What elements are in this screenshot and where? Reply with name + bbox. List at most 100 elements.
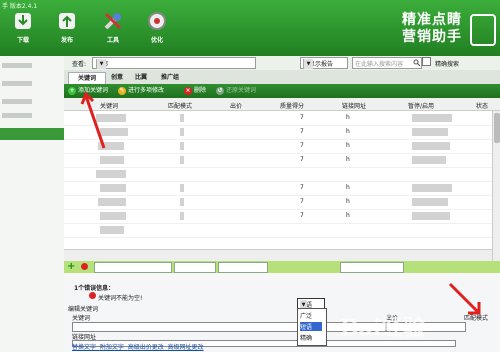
replace-text-link[interactable]: 替换文字 <box>72 344 96 351</box>
append-text-link[interactable]: 附加文字 <box>100 344 124 351</box>
tab-creative[interactable]: 创意 <box>106 72 128 84</box>
window-title: 手 版本2.4.1 <box>2 3 38 10</box>
vertical-scrollbar[interactable] <box>492 111 500 261</box>
col-url[interactable]: 链接网址 <box>342 101 366 110</box>
table-row[interactable]: 7h <box>64 111 492 126</box>
url-cell: h <box>346 156 350 163</box>
bulk-edit-label: 进行多项修改 <box>128 87 165 94</box>
advanced-bid-link[interactable]: 高级出价更改 <box>128 344 164 351</box>
restore-icon: ↺ <box>216 86 224 95</box>
publish-button[interactable]: 发布 <box>50 10 84 54</box>
detail-panel: 1个错误信息： 关键词不能为空! 编辑关键词 关键词 出价 匹配模式 链接网址 … <box>64 281 500 352</box>
search-icon[interactable] <box>413 59 420 66</box>
tab-groups[interactable]: 推广组 <box>156 72 184 84</box>
error-icon <box>89 292 96 299</box>
url-cell: h <box>346 114 350 121</box>
table-row[interactable] <box>64 223 492 238</box>
keyword-input[interactable] <box>72 322 386 332</box>
error-header: 1个错误信息： <box>74 285 115 292</box>
pencil-icon: ✎ <box>118 86 126 95</box>
table-body: 7h 7h 7h 7h 7h 7h 7h <box>64 111 492 261</box>
table-row[interactable] <box>64 167 492 182</box>
quality-cell: 7 <box>300 156 304 163</box>
quality-cell: 7 <box>300 114 304 121</box>
match-option-phrase[interactable]: 短语 <box>300 322 322 331</box>
app-window: 手 版本2.4.1 下载 发布 工具 优化 精准点睛 营销助手 查看: ▼ 不显… <box>0 0 500 352</box>
table-row[interactable]: 7h <box>64 153 492 168</box>
scope-dropdown[interactable]: 全部 ▼ <box>92 57 256 69</box>
advanced-url-link[interactable]: 高级网址更改 <box>168 344 204 351</box>
view-label: 查看: <box>72 61 87 68</box>
new-match-input[interactable] <box>174 262 216 273</box>
url-cell: h <box>346 142 350 149</box>
quality-cell: 7 <box>300 184 304 191</box>
url-cell: h <box>346 184 350 191</box>
match-option-exact[interactable]: 精确 <box>300 333 312 342</box>
plus-icon: + <box>68 86 76 95</box>
sidebar-item-selected[interactable] <box>0 128 64 140</box>
quality-cell: 7 <box>300 128 304 135</box>
action-bar: + 添加关键词 ✎ 进行多项修改 × 删除 ↺ 还原关键词 <box>64 84 500 98</box>
table-row[interactable]: 7h <box>64 181 492 196</box>
brand-name: 精准点睛 营销助手 <box>402 12 462 46</box>
quality-cell: 7 <box>300 198 304 205</box>
col-match[interactable]: 匹配模式 <box>168 101 192 110</box>
download-label: 下载 <box>16 37 29 44</box>
new-url-input[interactable] <box>340 262 404 273</box>
col-bid[interactable]: 出价 <box>230 101 242 110</box>
plus-icon: + <box>67 261 76 272</box>
url-cell: h <box>346 212 350 219</box>
tools-icon <box>102 10 124 32</box>
delete-label: 删除 <box>194 87 207 94</box>
annotation-arrow <box>80 91 106 149</box>
brand-line-2: 营销助手 <box>402 29 462 45</box>
table-header: 关键词 匹配模式 出价 质量得分 链接网址 暂停/启用 状态 <box>64 98 500 111</box>
table-row[interactable]: 7h <box>64 125 492 140</box>
scrollbar-thumb[interactable] <box>494 113 500 143</box>
exact-search-checkbox[interactable] <box>422 57 431 66</box>
table-row[interactable]: 7h <box>64 195 492 210</box>
new-keyword-row[interactable]: + <box>64 261 500 273</box>
sidebar-item[interactable] <box>0 110 64 122</box>
search-input[interactable]: 在此输入搜索内容 <box>352 57 422 69</box>
col-pause[interactable]: 暂停/启用 <box>408 101 434 110</box>
bulk-edit-button[interactable]: ✎ 进行多项修改 <box>118 86 164 96</box>
table-row[interactable]: 7h <box>64 209 492 224</box>
new-bid-input[interactable] <box>218 262 268 273</box>
edit-keyword-title: 编辑关键词 <box>68 306 99 313</box>
col-quality[interactable]: 质量得分 <box>280 101 304 110</box>
title-bar: 手 版本2.4.1 下载 发布 工具 优化 精准点睛 营销助手 <box>0 0 500 56</box>
editor-links: 替换文字 附加文字 高级出价更改 高级网址更改 <box>72 342 204 351</box>
keyword-label: 关键词 <box>72 315 91 322</box>
new-keyword-input[interactable] <box>94 262 172 273</box>
publish-label: 发布 <box>60 37 73 44</box>
quality-cell: 7 <box>300 212 304 219</box>
sidebar-item[interactable] <box>0 60 64 72</box>
error-message: 关键词不能为空! <box>98 295 143 302</box>
search-placeholder: 在此输入搜索内容 <box>355 61 404 68</box>
annotation-arrow <box>448 282 481 315</box>
tools-label: 工具 <box>106 37 119 44</box>
match-option-broad[interactable]: 广泛 <box>300 311 312 320</box>
optimize-button[interactable]: 优化 <box>140 10 174 54</box>
chevron-down-icon: ▼ <box>303 59 313 69</box>
tools-button[interactable]: 工具 <box>96 10 130 54</box>
brand-logo-icon <box>470 14 496 46</box>
report-dropdown[interactable]: 不显示报告 ▼ <box>300 57 348 69</box>
sidebar-item[interactable] <box>0 96 64 108</box>
publish-icon <box>56 10 78 32</box>
table-row[interactable]: 7h <box>64 139 492 154</box>
download-button[interactable]: 下载 <box>6 10 40 54</box>
chevron-down-icon: ▼ <box>96 59 106 69</box>
restore-keyword-button[interactable]: ↺ 还原关键词 <box>216 86 256 96</box>
sidebar-item[interactable] <box>0 78 64 90</box>
filter-bar: 查看: 全部 ▼ 不显示报告 ▼ 在此输入搜索内容 精确搜索 <box>64 56 500 70</box>
tab-biyi[interactable]: 比翼 <box>130 72 152 84</box>
restore-keyword-label: 还原关键词 <box>226 87 257 94</box>
url-cell: h <box>346 128 350 135</box>
watermark: Bai经验 <box>340 315 426 341</box>
col-status[interactable]: 状态 <box>476 101 488 110</box>
exact-search-label: 精确搜索 <box>435 61 460 68</box>
url-cell: h <box>346 198 350 205</box>
delete-button[interactable]: × 删除 <box>184 86 206 96</box>
